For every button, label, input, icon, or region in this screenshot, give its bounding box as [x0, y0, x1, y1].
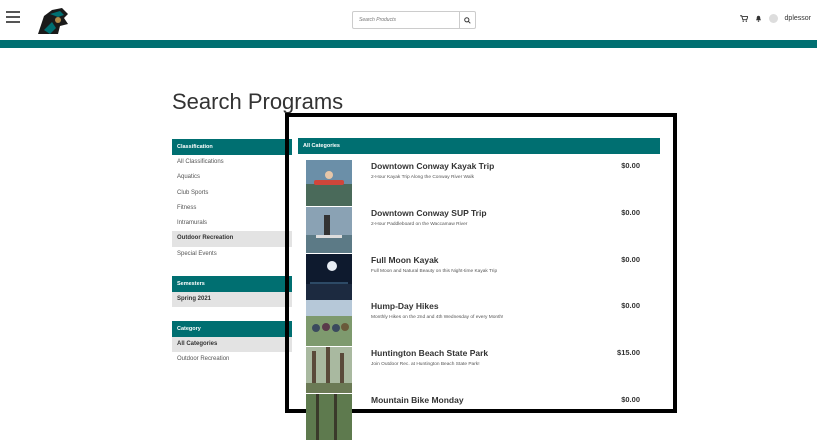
program-card[interactable]: Downtown Conway SUP Trip 2-Hour Paddlebo…: [306, 207, 660, 253]
program-thumbnail[interactable]: [306, 347, 352, 393]
page-title: Search Programs: [172, 89, 344, 114]
classification-filter: Classification All Classifications Aquat…: [172, 139, 292, 262]
semester-filter: Semesters Spring 2021: [172, 276, 292, 308]
filter-item[interactable]: All Classifications: [172, 155, 292, 170]
filter-item-selected[interactable]: Outdoor Recreation: [172, 231, 292, 247]
program-thumbnail[interactable]: [306, 207, 352, 253]
semesters-heading: Semesters: [172, 276, 292, 292]
category-filter: Category All Categories Outdoor Recreati…: [172, 321, 292, 368]
filter-item[interactable]: Outdoor Recreation: [172, 352, 292, 367]
search-icon: [464, 16, 471, 24]
search-input[interactable]: [353, 12, 459, 28]
program-card[interactable]: Hump-Day Hikes Monthly Hikes on the 2nd …: [306, 300, 660, 346]
program-description: Monthly Hikes on the 2nd and 4th Wednesd…: [371, 315, 504, 320]
program-card[interactable]: Full Moon Kayak Full Moon and Natural Be…: [306, 254, 660, 300]
bell-icon[interactable]: [755, 15, 762, 22]
program-name[interactable]: Hump-Day Hikes: [371, 301, 439, 311]
top-bar: dplessor: [0, 0, 817, 40]
filter-item[interactable]: Fitness: [172, 201, 292, 216]
category-heading: Category: [172, 321, 292, 337]
program-thumbnail[interactable]: [306, 254, 352, 300]
program-description: Join Outdoor Rec. at Huntington Beach St…: [371, 362, 480, 367]
filter-item-selected[interactable]: All Categories: [172, 337, 292, 353]
cart-icon[interactable]: [739, 15, 748, 22]
program-card[interactable]: Mountain Bike Monday $0.00: [306, 394, 660, 440]
program-description: 2-Hour Kayak Trip Along the Conway River…: [371, 175, 474, 180]
filter-item[interactable]: Special Events: [172, 247, 292, 262]
program-thumbnail[interactable]: [306, 160, 352, 206]
program-price: $0.00: [621, 301, 640, 310]
classification-heading: Classification: [172, 139, 292, 155]
program-thumbnail[interactable]: [306, 300, 352, 346]
program-price: $0.00: [621, 161, 640, 170]
program-card[interactable]: Downtown Conway Kayak Trip 2-Hour Kayak …: [306, 160, 660, 206]
program-price: $0.00: [621, 255, 640, 264]
filter-item[interactable]: Aquatics: [172, 170, 292, 185]
filter-item[interactable]: Club Sports: [172, 186, 292, 201]
program-name[interactable]: Full Moon Kayak: [371, 255, 439, 265]
program-name[interactable]: Mountain Bike Monday: [371, 395, 464, 405]
program-name[interactable]: Huntington Beach State Park: [371, 348, 488, 358]
program-description: Full Moon and Natural Beauty on this Nig…: [371, 269, 498, 274]
logo[interactable]: [34, 4, 72, 38]
program-price: $15.00: [617, 348, 640, 357]
user-controls: dplessor: [739, 14, 811, 23]
menu-icon[interactable]: [6, 11, 20, 23]
program-name[interactable]: Downtown Conway Kayak Trip: [371, 161, 494, 171]
avatar[interactable]: [768, 14, 778, 23]
filter-item[interactable]: Intramurals: [172, 216, 292, 231]
program-price: $0.00: [621, 208, 640, 217]
program-thumbnail[interactable]: [306, 394, 352, 440]
username[interactable]: dplessor: [785, 15, 811, 22]
program-price: $0.00: [621, 395, 640, 404]
search-bar: [352, 11, 476, 29]
program-card[interactable]: Huntington Beach State Park Join Outdoor…: [306, 347, 660, 393]
program-name[interactable]: Downtown Conway SUP Trip: [371, 208, 487, 218]
header-accent-bar: [0, 40, 817, 48]
filter-item-selected[interactable]: Spring 2021: [172, 292, 292, 308]
category-heading: All Categories: [298, 138, 660, 154]
program-description: 2-Hour Paddleboard on the Waccamaw River: [371, 222, 468, 227]
search-button[interactable]: [459, 12, 475, 28]
